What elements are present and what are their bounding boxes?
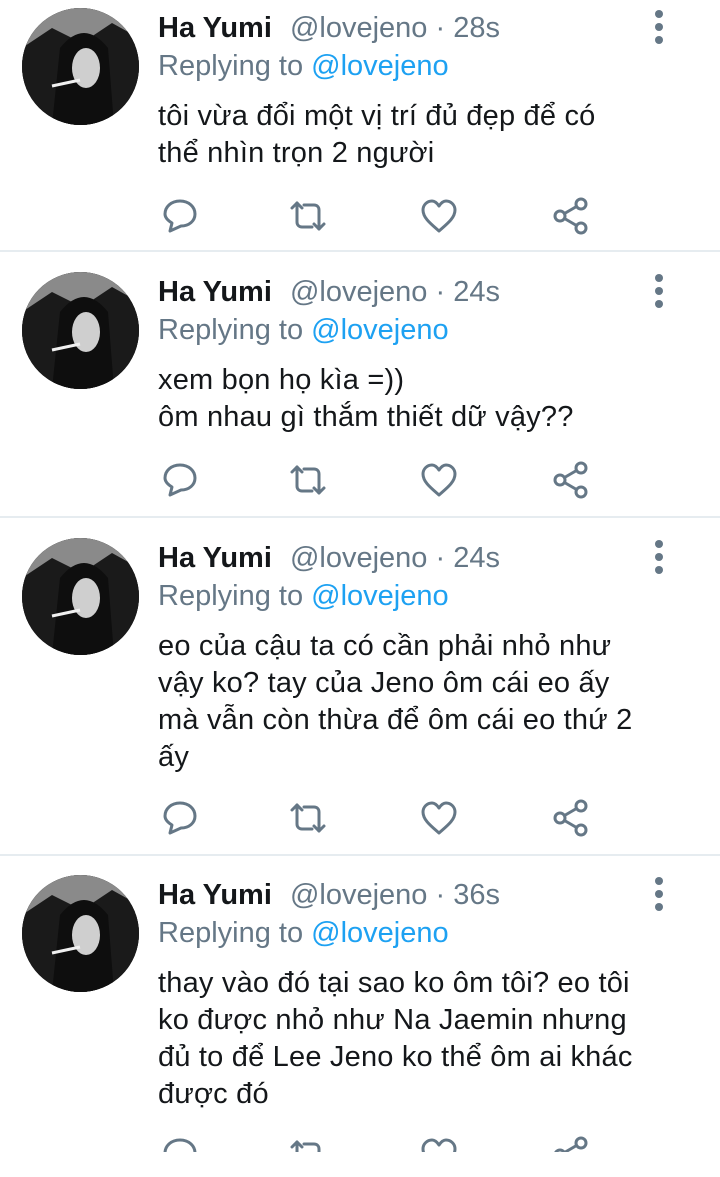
replying-to: Replying to @lovejeno bbox=[158, 310, 449, 350]
mention-link[interactable]: @lovejeno bbox=[311, 314, 448, 346]
tweet-header: Ha Yumi @lovejeno · 36s bbox=[158, 875, 500, 915]
tweet-text: thay vào đó tại sao ko ôm tôi? eo tôi ko… bbox=[158, 965, 698, 1113]
avatar[interactable] bbox=[22, 272, 139, 389]
separator-dot: · bbox=[435, 879, 446, 911]
comment-icon[interactable] bbox=[158, 796, 202, 840]
heart-icon[interactable] bbox=[417, 796, 461, 840]
tweet-text-line: thay vào đó tại sao ko ôm tôi? eo tôi bbox=[158, 967, 630, 999]
heart-icon[interactable] bbox=[417, 194, 461, 238]
separator-dot: · bbox=[435, 542, 446, 574]
comment-icon[interactable] bbox=[158, 458, 202, 502]
retweet-icon[interactable] bbox=[286, 1133, 330, 1152]
tweet-text-line: ôm nhau gì thắm thiết dữ vậy?? bbox=[158, 401, 574, 433]
comment-icon[interactable] bbox=[158, 1133, 202, 1152]
retweet-icon[interactable] bbox=[286, 796, 330, 840]
heart-icon[interactable] bbox=[417, 458, 461, 502]
mention-link[interactable]: @lovejeno bbox=[311, 917, 448, 949]
tweet-text-line: eo của cậu ta có cần phải nhỏ như bbox=[158, 630, 612, 662]
tweet-divider bbox=[0, 250, 720, 252]
tweet[interactable]: Ha Yumi @lovejeno · 24s Replying to @lov… bbox=[0, 272, 720, 512]
user-handle[interactable]: @lovejeno bbox=[290, 879, 427, 911]
replying-label: Replying to bbox=[158, 917, 304, 949]
more-vertical-icon[interactable] bbox=[648, 270, 670, 314]
more-vertical-icon[interactable] bbox=[648, 6, 670, 50]
replying-label: Replying to bbox=[158, 314, 304, 346]
tweet[interactable]: Ha Yumi @lovejeno · 24s Replying to @lov… bbox=[0, 538, 720, 838]
tweet-text-line: đủ to để Lee Jeno ko thể ôm ai khác bbox=[158, 1041, 633, 1073]
tweet-text-line: mà vẫn còn thừa để ôm cái eo thứ 2 bbox=[158, 704, 633, 736]
tweet-text: xem bọn họ kìa =)) ôm nhau gì thắm thiết… bbox=[158, 362, 698, 436]
display-name[interactable]: Ha Yumi bbox=[158, 879, 272, 911]
replying-label: Replying to bbox=[158, 50, 304, 82]
share-icon[interactable] bbox=[549, 458, 593, 502]
user-handle[interactable]: @lovejeno bbox=[290, 12, 427, 44]
tweet-text: tôi vừa đổi một vị trí đủ đẹp để có thể … bbox=[158, 98, 698, 172]
separator-dot: · bbox=[435, 276, 446, 308]
display-name[interactable]: Ha Yumi bbox=[158, 12, 272, 44]
comment-icon[interactable] bbox=[158, 194, 202, 238]
tweet-header: Ha Yumi @lovejeno · 28s bbox=[158, 8, 500, 48]
tweet-actions bbox=[158, 796, 598, 840]
tweet-actions bbox=[158, 1133, 598, 1177]
avatar[interactable] bbox=[22, 8, 139, 125]
avatar[interactable] bbox=[22, 875, 139, 992]
tweet-text-line: xem bọn họ kìa =)) bbox=[158, 364, 405, 396]
tweet-text-line: vậy ko? tay của Jeno ôm cái eo ấy bbox=[158, 667, 610, 699]
retweet-icon[interactable] bbox=[286, 458, 330, 502]
share-icon[interactable] bbox=[549, 194, 593, 238]
user-handle[interactable]: @lovejeno bbox=[290, 276, 427, 308]
timestamp[interactable]: 28s bbox=[453, 12, 500, 44]
tweet[interactable]: Ha Yumi @lovejeno · 28s Replying to @lov… bbox=[0, 8, 720, 248]
tweet-divider bbox=[0, 516, 720, 518]
share-icon[interactable] bbox=[549, 796, 593, 840]
tweet-text-line: thể nhìn trọn 2 người bbox=[158, 137, 435, 169]
retweet-icon[interactable] bbox=[286, 194, 330, 238]
mention-link[interactable]: @lovejeno bbox=[311, 580, 448, 612]
tweet-text-line: tôi vừa đổi một vị trí đủ đẹp để có bbox=[158, 100, 596, 132]
tweet-actions bbox=[158, 194, 598, 238]
timestamp[interactable]: 24s bbox=[453, 276, 500, 308]
tweet-header: Ha Yumi @lovejeno · 24s bbox=[158, 538, 500, 578]
tweet-text-line: được đó bbox=[158, 1078, 269, 1110]
display-name[interactable]: Ha Yumi bbox=[158, 276, 272, 308]
tweet-text-line: ko được nhỏ như Na Jaemin nhưng bbox=[158, 1004, 627, 1036]
replying-to: Replying to @lovejeno bbox=[158, 913, 449, 953]
display-name[interactable]: Ha Yumi bbox=[158, 542, 272, 574]
tweet-text: eo của cậu ta có cần phải nhỏ như vậy ko… bbox=[158, 628, 698, 776]
avatar[interactable] bbox=[22, 538, 139, 655]
mention-link[interactable]: @lovejeno bbox=[311, 50, 448, 82]
tweet-header: Ha Yumi @lovejeno · 24s bbox=[158, 272, 500, 312]
tweet-actions bbox=[158, 458, 598, 502]
tweet-text-line: ấy bbox=[158, 741, 190, 773]
share-icon[interactable] bbox=[549, 1133, 593, 1152]
more-vertical-icon[interactable] bbox=[648, 536, 670, 580]
separator-dot: · bbox=[435, 12, 446, 44]
replying-to: Replying to @lovejeno bbox=[158, 46, 449, 86]
tweet-divider bbox=[0, 854, 720, 856]
timestamp[interactable]: 36s bbox=[453, 879, 500, 911]
heart-icon[interactable] bbox=[417, 1133, 461, 1152]
user-handle[interactable]: @lovejeno bbox=[290, 542, 427, 574]
more-vertical-icon[interactable] bbox=[648, 873, 670, 917]
replying-label: Replying to bbox=[158, 580, 304, 612]
tweet[interactable]: Ha Yumi @lovejeno · 36s Replying to @lov… bbox=[0, 875, 720, 1152]
timestamp[interactable]: 24s bbox=[453, 542, 500, 574]
replying-to: Replying to @lovejeno bbox=[158, 576, 449, 616]
